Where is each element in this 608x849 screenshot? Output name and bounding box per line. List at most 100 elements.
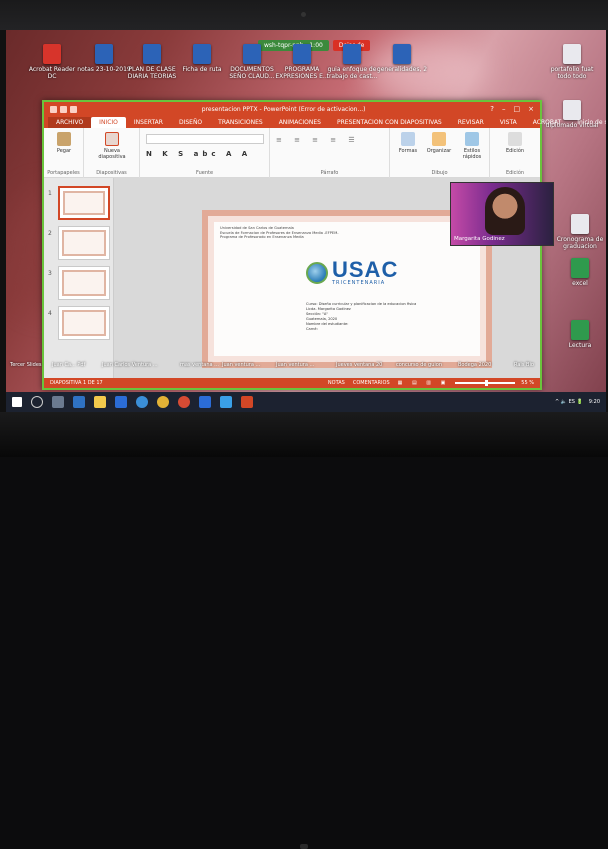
zoom-slider[interactable]: [455, 380, 516, 386]
tab-insertar[interactable]: INSERTAR: [126, 117, 171, 128]
desktop-icon-generalidades[interactable]: generalidades, 2: [374, 44, 430, 73]
slide-thumbnail-1[interactable]: [58, 186, 110, 220]
desktop-label[interactable]: Tercer Slides: [10, 362, 42, 368]
slide-counter: DIAPOSITIVA 1 DE 17: [50, 380, 103, 386]
close-button[interactable]: ×: [528, 105, 534, 113]
minimize-button[interactable]: –: [502, 105, 506, 113]
sign-in-link[interactable]: Inicio de sesión: [569, 117, 606, 128]
zoom-thumb[interactable]: [485, 380, 489, 386]
group-label: Portapapeles: [47, 170, 80, 176]
paragraph-buttons[interactable]: ≡ ≡ ≡ ≡ ☰: [276, 136, 360, 144]
word-doc-icon: [293, 44, 311, 64]
meet-icon[interactable]: [220, 396, 232, 408]
desktop-label[interactable]: Juan ventura ...: [276, 362, 314, 368]
mail-icon[interactable]: [115, 396, 127, 408]
windows-taskbar: ^ 🔈 ES 🔋 9:20: [6, 392, 606, 412]
start-button-icon[interactable]: [12, 397, 22, 407]
thumb-number: 3: [48, 270, 52, 277]
group-label: Dibujo: [431, 170, 448, 176]
tab-diseno[interactable]: DISEÑO: [171, 117, 210, 128]
tab-vista[interactable]: VISTA: [492, 117, 525, 128]
maximize-button[interactable]: □: [514, 105, 521, 113]
find-icon: [508, 132, 522, 146]
desktop-icon-cronograma[interactable]: Cronograma de graduacion: [552, 214, 606, 250]
new-slide-icon: [105, 132, 119, 146]
thumb-number: 1: [48, 190, 52, 197]
desktop-label[interactable]: Juan Carlos Ventura ...: [102, 362, 158, 368]
desktop-label[interactable]: Juan ventura ...: [222, 362, 260, 368]
arrange-button[interactable]: Organizar: [424, 132, 454, 154]
participant-face: [485, 187, 525, 235]
new-slide-button[interactable]: Nueva diapositiva: [90, 132, 134, 160]
document-title: presentacion PPTX - PowerPoint (Error de…: [201, 105, 366, 113]
group-fuente: N K S abc A A Fuente: [140, 128, 270, 178]
desktop-icon-guia[interactable]: guia enfoque de trabajo de cast...: [324, 44, 380, 80]
desktop-label[interactable]: concurso de guion: [396, 362, 442, 368]
group-portapapeles: Pegar Portapapeles: [44, 128, 84, 178]
word-doc-icon: [343, 44, 361, 64]
excel-icon: [571, 258, 589, 278]
chrome-icon[interactable]: [157, 396, 169, 408]
hinge: [300, 844, 308, 849]
zoom-level[interactable]: 55 %: [521, 380, 534, 386]
laptop-bezel-bottom: [0, 412, 608, 849]
slide-thumbnails-pane: 1 2 3 4: [44, 178, 114, 378]
desktop-icon-portafolio[interactable]: portafolio fuat todo todo: [544, 44, 600, 80]
word-doc-icon: [393, 44, 411, 64]
system-tray[interactable]: ^ 🔈 ES 🔋 9:20: [555, 399, 600, 405]
quick-access-toolbar: [50, 105, 77, 113]
desktop-screen: wsh-tqpr-nnh · 1:00 Dejar de Acrobat Rea…: [6, 30, 606, 412]
tab-inicio[interactable]: INICIO: [91, 117, 126, 128]
powerpoint-icon[interactable]: [241, 396, 253, 408]
undo-icon[interactable]: [60, 105, 67, 113]
desktop-label[interactable]: Rais Bio: [514, 362, 534, 368]
desktop-icon-ficha[interactable]: Ficha de ruta: [174, 44, 230, 73]
tab-animaciones[interactable]: ANIMACIONES: [271, 117, 329, 128]
participant-video: Margarita Godinez: [450, 182, 554, 246]
current-slide[interactable]: Universidad de San Carlos de Guatemala E…: [202, 210, 492, 368]
word-icon[interactable]: [199, 396, 211, 408]
desktop-icon-programa[interactable]: PROGRAMA EXPRESIONES E...: [274, 44, 330, 80]
store-icon[interactable]: [73, 396, 85, 408]
slide-thumbnail-3[interactable]: [58, 266, 110, 300]
shapes-button[interactable]: Formas: [394, 132, 422, 154]
comments-button[interactable]: COMENTARIOS: [353, 380, 390, 386]
tab-presentacion[interactable]: PRESENTACION CON DIAPOSITIVAS: [329, 117, 450, 128]
desktop-icon-acrobat[interactable]: Acrobat Reader DC: [24, 44, 80, 80]
search-icon[interactable]: [31, 396, 43, 408]
firefox-icon[interactable]: [178, 396, 190, 408]
webcam-dot: [301, 12, 306, 17]
editing-button[interactable]: Edición: [500, 132, 530, 154]
file-explorer-icon[interactable]: [94, 396, 106, 408]
desktop-label[interactable]: Juan Ca... Pdf: [52, 362, 85, 368]
desktop-icon-lectura[interactable]: Lectura: [552, 320, 606, 349]
photo-frame: wsh-tqpr-nnh · 1:00 Dejar de Acrobat Rea…: [0, 0, 608, 849]
desktop-label[interactable]: Jueves ventana 20: [336, 362, 382, 368]
redo-icon[interactable]: [70, 105, 77, 113]
help-button[interactable]: ?: [490, 105, 494, 113]
laptop-bezel-top: [0, 0, 608, 30]
save-icon[interactable]: [50, 105, 57, 113]
tab-revisar[interactable]: REVISAR: [450, 117, 492, 128]
desktop-label[interactable]: mas ventana ...: [180, 362, 219, 368]
desktop-icon-plan[interactable]: PLAN DE CLASE DIARIA TEORIAS: [124, 44, 180, 80]
desktop-label[interactable]: Bodega 2020: [458, 362, 491, 368]
paste-button[interactable]: Pegar: [50, 132, 78, 154]
desktop-icon-documentos[interactable]: DOCUMENTOS SEÑO CLAUD...: [224, 44, 280, 80]
edge-icon[interactable]: [136, 396, 148, 408]
tab-archivo[interactable]: ARCHIVO: [48, 117, 92, 128]
slide-thumbnail-4[interactable]: [58, 306, 110, 340]
desktop-icon-excel[interactable]: excel: [552, 258, 606, 287]
document-icon: [563, 44, 581, 64]
notes-button[interactable]: NOTAS: [328, 380, 345, 386]
task-view-icon[interactable]: [52, 396, 64, 408]
clipboard-icon: [57, 132, 71, 146]
font-select[interactable]: [146, 134, 264, 144]
font-format-buttons[interactable]: N K S abc A A: [146, 150, 251, 158]
ppt-title-bar: presentacion PPTX - PowerPoint (Error de…: [44, 102, 540, 116]
view-buttons[interactable]: ▦ ▤ ▥ ▣: [398, 380, 450, 386]
tab-acrobat[interactable]: ACROBAT: [525, 117, 570, 128]
tab-transiciones[interactable]: TRANSICIONES: [210, 117, 271, 128]
slide-thumbnail-2[interactable]: [58, 226, 110, 260]
quick-styles-button[interactable]: Estilos rápidos: [456, 132, 488, 160]
